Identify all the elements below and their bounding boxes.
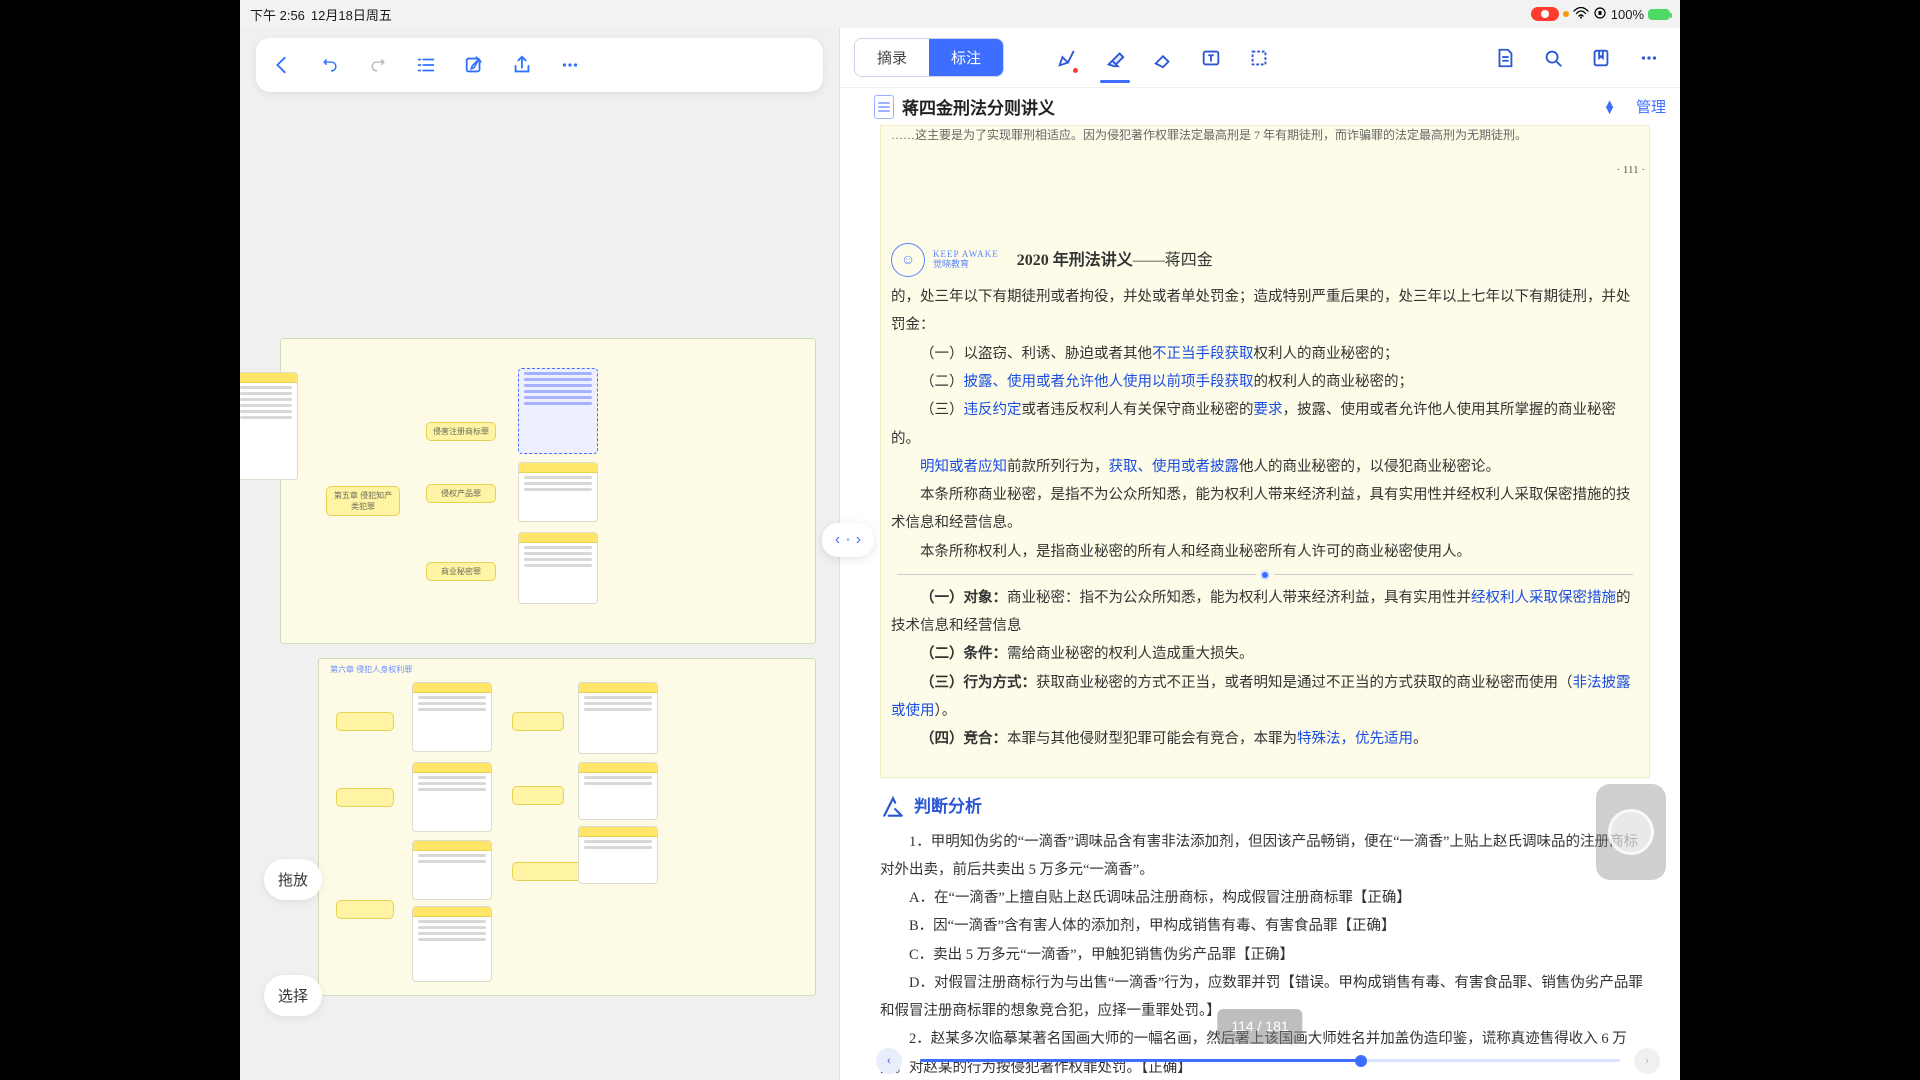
bookmark-button[interactable] [1584, 39, 1618, 77]
privacy-dot-icon [1563, 11, 1569, 17]
select-tool[interactable] [1242, 39, 1276, 77]
document-title: 蒋四金刑法分则讲义 [902, 94, 1055, 119]
body-text: 本条所称商业秘密，是指不为公众所知悉，能为权利人带来经济利益，具有实用性并经权利… [891, 481, 1639, 538]
option-text: C．卖出 5 万多元“一滴香”，甲触犯销售伪劣产品罪【正确】 [880, 941, 1650, 969]
reader-body[interactable]: ……这主要是为了实现罪刑相适应。因为侵犯著作权罪法定最高刑是 7 年有期徒刑，而… [840, 125, 1680, 1080]
eraser-tool[interactable] [1146, 39, 1180, 77]
wifi-icon [1573, 7, 1589, 22]
undo-button[interactable] [316, 51, 344, 79]
question-text: 1．甲明知伪劣的“一滴香”调味品含有害非法添加剂，但因该产品畅销，便在“一滴香”… [880, 828, 1650, 885]
body-text: （一）以盗窃、利诱、胁迫或者其他不正当手段获取权利人的商业秘密的； [891, 340, 1639, 368]
tab-excerpt[interactable]: 摘录 [855, 39, 929, 76]
mindmap-node[interactable] [512, 786, 564, 805]
manage-button[interactable]: 管理 [1636, 96, 1666, 117]
paddle-right-icon[interactable]: › [856, 531, 861, 549]
highlighter-tool[interactable] [1098, 39, 1132, 77]
select-mode-button[interactable]: 选择 [264, 975, 322, 1016]
mindmap-node[interactable] [512, 862, 586, 881]
note-text: （四）竞合：本罪与其他侵财型犯罪可能会有竞合，本罪为特殊法，优先适用。 [891, 725, 1639, 753]
mindmap-node[interactable]: 侵害注册商标罪 [426, 422, 496, 441]
note-text: （一）对象：商业秘密：指不为公众所知悉，能为权利人带来经济利益，具有实用性并经权… [891, 584, 1639, 641]
paddle-dot-icon: • [846, 535, 850, 546]
page-slider[interactable] [920, 1059, 1620, 1062]
prev-page-button[interactable]: ‹ [876, 1048, 902, 1074]
page-number: · 111 · [1616, 160, 1645, 181]
brand-text: KEEP AWAKE 觉晓教育 [933, 250, 999, 270]
mindmap-node[interactable] [336, 788, 394, 807]
body-text: 本条所称权利人，是指商业秘密的所有人和经商业秘密所有人许可的商业秘密使用人。 [891, 538, 1639, 566]
mindmap-canvas[interactable]: 第五章 侵犯知产类犯罪 侵害注册商标罪 侵权产品罪 商业秘密罪 第六章 侵犯人身… [240, 102, 839, 1080]
paddle-left-icon[interactable]: ‹ [835, 531, 840, 549]
mindmap-node[interactable] [336, 712, 394, 731]
redo-button[interactable] [364, 51, 392, 79]
body-text: 的，处三年以下有期徒刑或者拘役，并处或者单处罚金；造成特别严重后果的，处三年以上… [891, 283, 1639, 340]
mode-segmented-control[interactable]: 摘录 标注 [854, 38, 1004, 77]
recording-indicator [1531, 7, 1559, 21]
note-text: （三）行为方式：获取商业秘密的方式不正当，或者明知是通过不正当的方式获取的商业秘… [891, 669, 1639, 726]
battery-pct: 100% [1611, 7, 1644, 22]
mindmap-node[interactable]: 侵权产品罪 [426, 484, 496, 503]
status-date: 12月18日周五 [311, 5, 392, 24]
option-text: B．因“一滴香”含有害人体的添加剂，甲构成销售有毒、有害食品罪【正确】 [880, 912, 1650, 940]
mindmap-section-label: 第六章 侵犯人身权利罪 [330, 664, 412, 675]
mindmap-node[interactable] [336, 900, 394, 919]
battery-icon [1648, 9, 1670, 20]
section-title: 判断分析 [880, 790, 1650, 823]
assistive-touch-button[interactable] [1596, 784, 1666, 880]
mindmap-node[interactable] [512, 712, 564, 731]
more-button[interactable] [1632, 39, 1666, 77]
document-icon[interactable] [1488, 39, 1522, 77]
body-text: 明知或者应知前款所列行为，获取、使用或者披露他人的商业秘密的，以侵犯商业秘密论。 [891, 453, 1639, 481]
tab-annotate[interactable]: 标注 [929, 39, 1003, 76]
brand-logo-icon: ☺ [891, 243, 925, 277]
pen-tool[interactable] [1050, 39, 1084, 77]
next-page-button[interactable]: › [1634, 1048, 1660, 1074]
note-text: （二）条件：需给商业秘密的权利人造成重大损失。 [891, 640, 1639, 668]
outline-button[interactable] [412, 51, 440, 79]
mindmap-node[interactable]: 商业秘密罪 [426, 562, 496, 581]
compose-button[interactable] [460, 51, 488, 79]
back-button[interactable] [268, 51, 296, 79]
textbox-tool[interactable] [1194, 39, 1228, 77]
drag-mode-button[interactable]: 拖放 [264, 859, 322, 900]
document-type-icon [874, 95, 894, 119]
sort-toggle-icon[interactable]: ▲▼ [1603, 101, 1616, 113]
search-button[interactable] [1536, 39, 1570, 77]
body-text: ……这主要是为了实现罪刑相适应。因为侵犯著作权罪法定最高刑是 7 年有期徒刑，而… [891, 126, 1639, 145]
page-heading: 2020 年刑法讲义——蒋四金 [1017, 245, 1213, 276]
more-button[interactable] [556, 51, 584, 79]
option-text: A．在“一滴香”上擅自贴上赵氏调味品注册商标，构成假冒注册商标罪【正确】 [880, 884, 1650, 912]
status-time: 下午 2:56 [250, 5, 305, 24]
page-indicator: 114 / 181 [1217, 1009, 1302, 1044]
body-text: （二）披露、使用或者允许他人使用以前项手段获取的权利人的商业秘密的； [891, 368, 1639, 396]
body-text: （三）违反约定或者违反权利人有关保守商业秘密的要求，披露、使用或者允许他人使用其… [891, 396, 1639, 453]
share-button[interactable] [508, 51, 536, 79]
pane-resize-paddle[interactable]: ‹ • › [822, 523, 874, 557]
orientation-lock-icon [1593, 6, 1607, 23]
mindmap-root[interactable]: 第五章 侵犯知产类犯罪 [326, 486, 400, 516]
